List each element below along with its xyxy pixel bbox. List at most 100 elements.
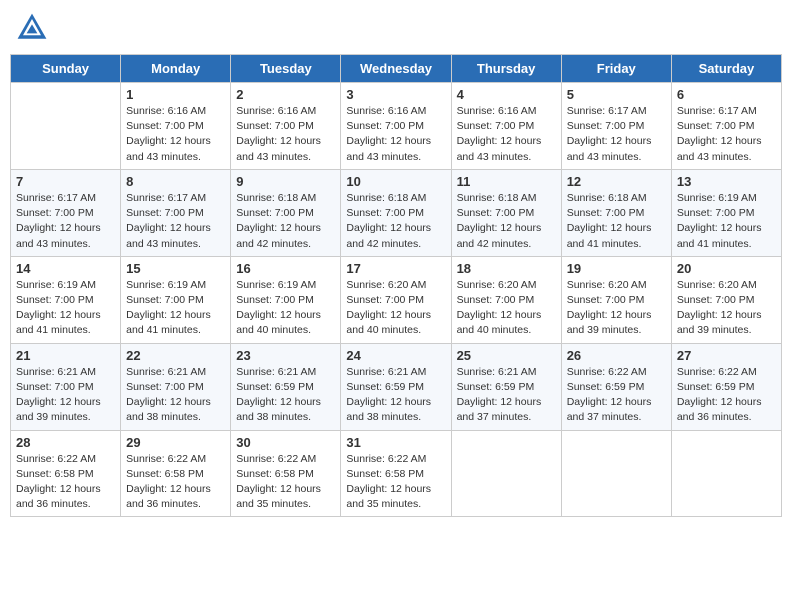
day-number: 30 bbox=[236, 435, 335, 450]
day-detail: Sunrise: 6:18 AMSunset: 7:00 PMDaylight:… bbox=[346, 191, 445, 252]
day-number: 10 bbox=[346, 174, 445, 189]
calendar-cell: 26 Sunrise: 6:22 AMSunset: 6:59 PMDayligh… bbox=[561, 343, 671, 430]
day-detail: Sunrise: 6:22 AMSunset: 6:59 PMDaylight:… bbox=[567, 365, 666, 426]
day-detail: Sunrise: 6:18 AMSunset: 7:00 PMDaylight:… bbox=[236, 191, 335, 252]
day-detail: Sunrise: 6:20 AMSunset: 7:00 PMDaylight:… bbox=[677, 278, 776, 339]
day-detail: Sunrise: 6:18 AMSunset: 7:00 PMDaylight:… bbox=[457, 191, 556, 252]
day-detail: Sunrise: 6:22 AMSunset: 6:58 PMDaylight:… bbox=[126, 452, 225, 513]
day-detail: Sunrise: 6:21 AMSunset: 7:00 PMDaylight:… bbox=[16, 365, 115, 426]
day-detail: Sunrise: 6:21 AMSunset: 6:59 PMDaylight:… bbox=[457, 365, 556, 426]
calendar-cell: 5 Sunrise: 6:17 AMSunset: 7:00 PMDaylight… bbox=[561, 83, 671, 170]
day-number: 2 bbox=[236, 87, 335, 102]
calendar-cell: 12 Sunrise: 6:18 AMSunset: 7:00 PMDayligh… bbox=[561, 169, 671, 256]
col-header-wednesday: Wednesday bbox=[341, 55, 451, 83]
calendar-cell: 23 Sunrise: 6:21 AMSunset: 6:59 PMDayligh… bbox=[231, 343, 341, 430]
day-detail: Sunrise: 6:16 AMSunset: 7:00 PMDaylight:… bbox=[457, 104, 556, 165]
calendar-table: SundayMondayTuesdayWednesdayThursdayFrid… bbox=[10, 54, 782, 517]
day-detail: Sunrise: 6:17 AMSunset: 7:00 PMDaylight:… bbox=[567, 104, 666, 165]
week-row-1: 1Sunrise: 6:16 AMSunset: 7:00 PMDaylight… bbox=[11, 83, 782, 170]
calendar-cell bbox=[561, 430, 671, 517]
week-row-2: 7 Sunrise: 6:17 AMSunset: 7:00 PMDaylight… bbox=[11, 169, 782, 256]
calendar-cell: 15 Sunrise: 6:19 AMSunset: 7:00 PMDayligh… bbox=[121, 256, 231, 343]
day-detail: Sunrise: 6:21 AMSunset: 6:59 PMDaylight:… bbox=[346, 365, 445, 426]
calendar-cell: 22Sunrise: 6:21 AMSunset: 7:00 PMDayligh… bbox=[121, 343, 231, 430]
day-detail: Sunrise: 6:19 AMSunset: 7:00 PMDaylight:… bbox=[126, 278, 225, 339]
day-number: 17 bbox=[346, 261, 445, 276]
calendar-cell: 10 Sunrise: 6:18 AMSunset: 7:00 PMDayligh… bbox=[341, 169, 451, 256]
day-detail: Sunrise: 6:20 AMSunset: 7:00 PMDaylight:… bbox=[346, 278, 445, 339]
day-number: 5 bbox=[567, 87, 666, 102]
calendar-cell: 14 Sunrise: 6:19 AMSunset: 7:00 PMDayligh… bbox=[11, 256, 121, 343]
calendar-cell: 4 Sunrise: 6:16 AMSunset: 7:00 PMDaylight… bbox=[451, 83, 561, 170]
day-detail: Sunrise: 6:19 AMSunset: 7:00 PMDaylight:… bbox=[16, 278, 115, 339]
day-number: 31 bbox=[346, 435, 445, 450]
calendar-cell: 28 Sunrise: 6:22 AMSunset: 6:58 PMDayligh… bbox=[11, 430, 121, 517]
day-number: 23 bbox=[236, 348, 335, 363]
day-number: 11 bbox=[457, 174, 556, 189]
calendar-cell: 30 Sunrise: 6:22 AMSunset: 6:58 PMDayligh… bbox=[231, 430, 341, 517]
day-number: 19 bbox=[567, 261, 666, 276]
calendar-cell: 2Sunrise: 6:16 AMSunset: 7:00 PMDaylight… bbox=[231, 83, 341, 170]
col-header-saturday: Saturday bbox=[671, 55, 781, 83]
day-detail: Sunrise: 6:21 AMSunset: 6:59 PMDaylight:… bbox=[236, 365, 335, 426]
day-detail: Sunrise: 6:22 AMSunset: 6:59 PMDaylight:… bbox=[677, 365, 776, 426]
day-number: 22 bbox=[126, 348, 225, 363]
calendar-cell: 3Sunrise: 6:16 AMSunset: 7:00 PMDaylight… bbox=[341, 83, 451, 170]
logo bbox=[14, 10, 54, 46]
day-number: 26 bbox=[567, 348, 666, 363]
day-number: 21 bbox=[16, 348, 115, 363]
day-number: 28 bbox=[16, 435, 115, 450]
calendar-cell: 31Sunrise: 6:22 AMSunset: 6:58 PMDayligh… bbox=[341, 430, 451, 517]
day-detail: Sunrise: 6:16 AMSunset: 7:00 PMDaylight:… bbox=[346, 104, 445, 165]
day-number: 24 bbox=[346, 348, 445, 363]
day-detail: Sunrise: 6:20 AMSunset: 7:00 PMDaylight:… bbox=[457, 278, 556, 339]
col-header-friday: Friday bbox=[561, 55, 671, 83]
day-detail: Sunrise: 6:17 AMSunset: 7:00 PMDaylight:… bbox=[16, 191, 115, 252]
calendar-cell bbox=[451, 430, 561, 517]
day-number: 8 bbox=[126, 174, 225, 189]
day-number: 12 bbox=[567, 174, 666, 189]
day-number: 15 bbox=[126, 261, 225, 276]
calendar-cell: 17 Sunrise: 6:20 AMSunset: 7:00 PMDayligh… bbox=[341, 256, 451, 343]
col-header-tuesday: Tuesday bbox=[231, 55, 341, 83]
header bbox=[10, 10, 782, 46]
day-number: 13 bbox=[677, 174, 776, 189]
day-detail: Sunrise: 6:22 AMSunset: 6:58 PMDaylight:… bbox=[16, 452, 115, 513]
day-detail: Sunrise: 6:22 AMSunset: 6:58 PMDaylight:… bbox=[236, 452, 335, 513]
calendar-cell: 20 Sunrise: 6:20 AMSunset: 7:00 PMDayligh… bbox=[671, 256, 781, 343]
calendar-cell: 27 Sunrise: 6:22 AMSunset: 6:59 PMDayligh… bbox=[671, 343, 781, 430]
week-row-5: 28 Sunrise: 6:22 AMSunset: 6:58 PMDayligh… bbox=[11, 430, 782, 517]
calendar-cell: 6 Sunrise: 6:17 AMSunset: 7:00 PMDaylight… bbox=[671, 83, 781, 170]
calendar-cell: 1Sunrise: 6:16 AMSunset: 7:00 PMDaylight… bbox=[121, 83, 231, 170]
day-number: 27 bbox=[677, 348, 776, 363]
day-number: 14 bbox=[16, 261, 115, 276]
calendar-cell: 8 Sunrise: 6:17 AMSunset: 7:00 PMDaylight… bbox=[121, 169, 231, 256]
day-detail: Sunrise: 6:18 AMSunset: 7:00 PMDaylight:… bbox=[567, 191, 666, 252]
day-number: 29 bbox=[126, 435, 225, 450]
calendar-cell: 16 Sunrise: 6:19 AMSunset: 7:00 PMDayligh… bbox=[231, 256, 341, 343]
calendar-cell: 11 Sunrise: 6:18 AMSunset: 7:00 PMDayligh… bbox=[451, 169, 561, 256]
logo-icon bbox=[14, 10, 50, 46]
calendar-cell: 9 Sunrise: 6:18 AMSunset: 7:00 PMDaylight… bbox=[231, 169, 341, 256]
calendar-cell: 21 Sunrise: 6:21 AMSunset: 7:00 PMDayligh… bbox=[11, 343, 121, 430]
day-number: 16 bbox=[236, 261, 335, 276]
day-number: 6 bbox=[677, 87, 776, 102]
calendar-cell: 29 Sunrise: 6:22 AMSunset: 6:58 PMDayligh… bbox=[121, 430, 231, 517]
col-header-monday: Monday bbox=[121, 55, 231, 83]
calendar-cell: 25Sunrise: 6:21 AMSunset: 6:59 PMDayligh… bbox=[451, 343, 561, 430]
day-detail: Sunrise: 6:17 AMSunset: 7:00 PMDaylight:… bbox=[126, 191, 225, 252]
day-detail: Sunrise: 6:17 AMSunset: 7:00 PMDaylight:… bbox=[677, 104, 776, 165]
day-detail: Sunrise: 6:19 AMSunset: 7:00 PMDaylight:… bbox=[236, 278, 335, 339]
day-detail: Sunrise: 6:16 AMSunset: 7:00 PMDaylight:… bbox=[126, 104, 225, 165]
header-row: SundayMondayTuesdayWednesdayThursdayFrid… bbox=[11, 55, 782, 83]
week-row-4: 21 Sunrise: 6:21 AMSunset: 7:00 PMDayligh… bbox=[11, 343, 782, 430]
day-number: 7 bbox=[16, 174, 115, 189]
calendar-cell: 24 Sunrise: 6:21 AMSunset: 6:59 PMDayligh… bbox=[341, 343, 451, 430]
day-number: 20 bbox=[677, 261, 776, 276]
week-row-3: 14 Sunrise: 6:19 AMSunset: 7:00 PMDayligh… bbox=[11, 256, 782, 343]
col-header-sunday: Sunday bbox=[11, 55, 121, 83]
day-number: 4 bbox=[457, 87, 556, 102]
day-number: 9 bbox=[236, 174, 335, 189]
calendar-cell: 7 Sunrise: 6:17 AMSunset: 7:00 PMDaylight… bbox=[11, 169, 121, 256]
col-header-thursday: Thursday bbox=[451, 55, 561, 83]
